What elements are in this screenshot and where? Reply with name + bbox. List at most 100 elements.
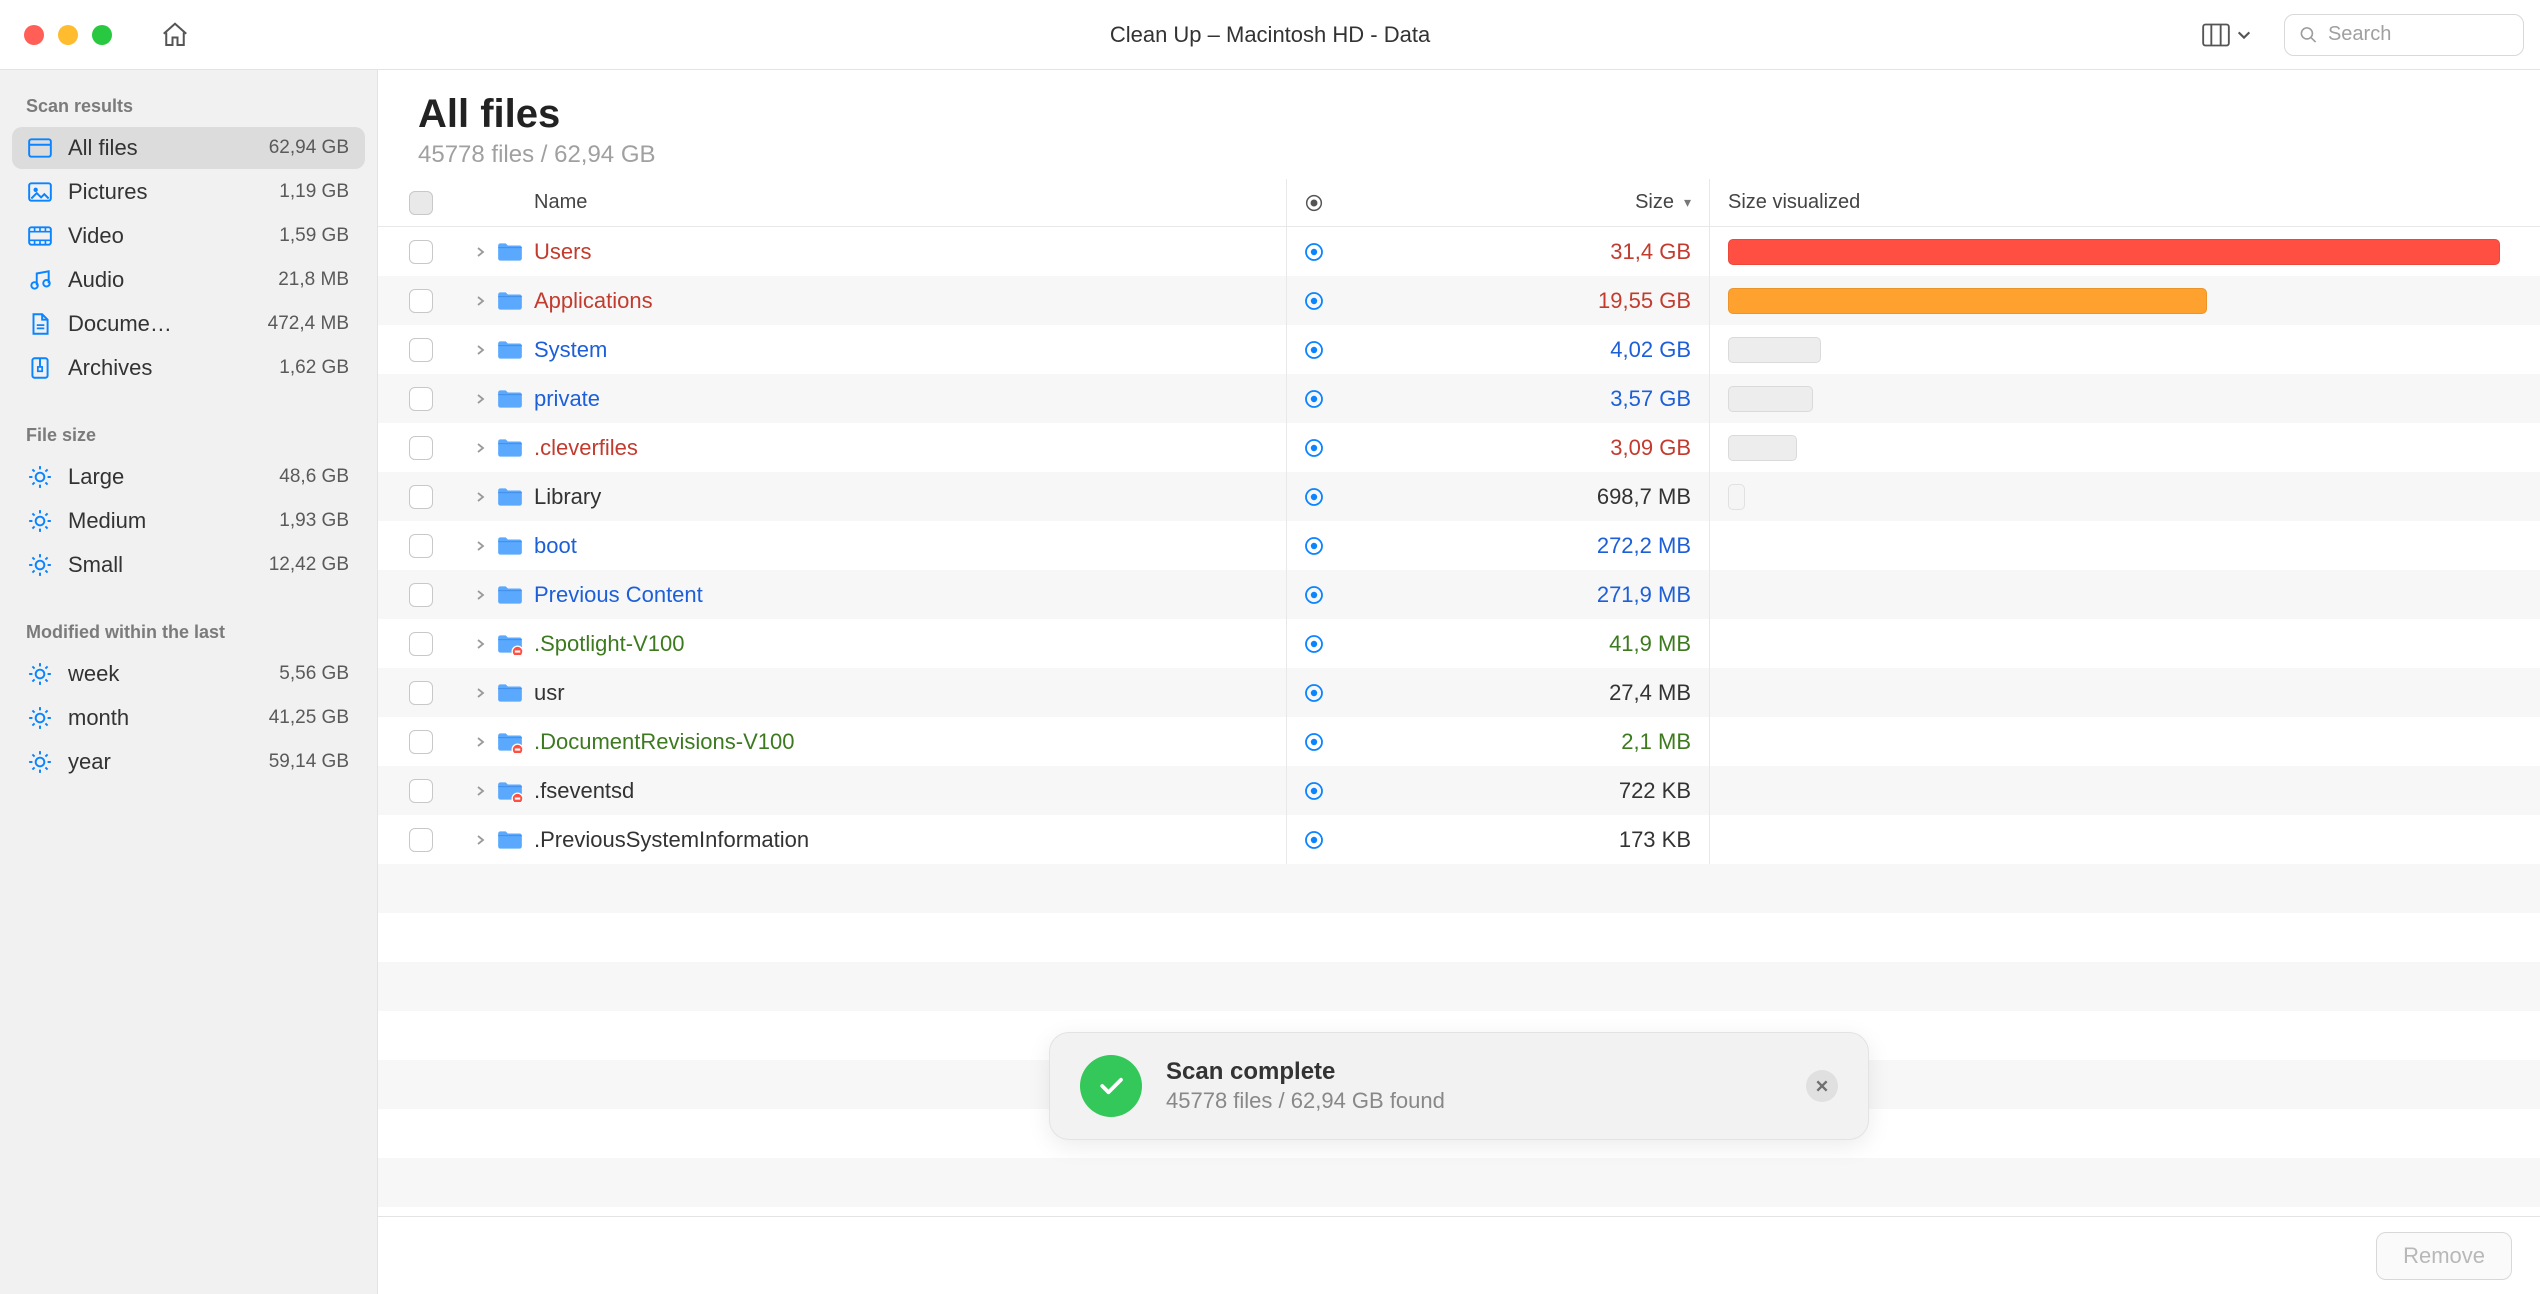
location-status-icon[interactable]: [1286, 521, 1340, 570]
expand-toggle[interactable]: [464, 589, 496, 601]
row-checkbox[interactable]: [409, 289, 433, 313]
location-status-icon[interactable]: [1286, 717, 1340, 766]
expand-toggle[interactable]: [464, 540, 496, 552]
row-checkbox[interactable]: [409, 730, 433, 754]
location-status-icon[interactable]: [1286, 668, 1340, 717]
empty-row: [378, 913, 2540, 962]
size-visualized: [1710, 717, 2500, 766]
location-status-icon[interactable]: [1286, 325, 1340, 374]
sidebar-item-archives[interactable]: Archives1,62 GB: [12, 347, 365, 389]
chevron-right-icon: [474, 344, 486, 356]
expand-toggle[interactable]: [464, 295, 496, 307]
sidebar-section-title: Scan results: [0, 86, 377, 125]
location-status-icon[interactable]: [1286, 815, 1340, 864]
view-options-button[interactable]: [2196, 19, 2258, 51]
sidebar-item-month[interactable]: month41,25 GB: [12, 697, 365, 739]
file-row[interactable]: .Spotlight-V10041,9 MB: [378, 619, 2540, 668]
file-row[interactable]: private3,57 GB: [378, 374, 2540, 423]
expand-toggle[interactable]: [464, 638, 496, 650]
maximize-window-button[interactable]: [92, 25, 112, 45]
expand-toggle[interactable]: [464, 246, 496, 258]
toast-close-button[interactable]: [1806, 1070, 1838, 1102]
expand-toggle[interactable]: [464, 834, 496, 846]
file-size: 4,02 GB: [1340, 325, 1710, 374]
window-icon: [26, 134, 54, 162]
chevron-right-icon: [474, 834, 486, 846]
expand-toggle[interactable]: [464, 344, 496, 356]
row-checkbox[interactable]: [409, 387, 433, 411]
sidebar-item-label: Medium: [68, 508, 265, 534]
sidebar-section-title: Modified within the last: [0, 612, 377, 651]
size-visualized: [1710, 423, 2500, 472]
sidebar-item-large[interactable]: Large48,6 GB: [12, 456, 365, 498]
remove-button[interactable]: Remove: [2376, 1232, 2512, 1280]
expand-toggle[interactable]: [464, 687, 496, 699]
file-size: 2,1 MB: [1340, 717, 1710, 766]
location-status-icon[interactable]: [1286, 227, 1340, 276]
search-field[interactable]: [2284, 14, 2524, 56]
file-row[interactable]: Previous Content271,9 MB: [378, 570, 2540, 619]
sidebar-item-all-files[interactable]: All files62,94 GB: [12, 127, 365, 169]
sidebar-item-label: year: [68, 749, 255, 775]
column-header-status[interactable]: [1286, 179, 1340, 226]
location-status-icon[interactable]: [1286, 570, 1340, 619]
location-status-icon[interactable]: [1286, 472, 1340, 521]
expand-toggle[interactable]: [464, 442, 496, 454]
file-row[interactable]: Users31,4 GB: [378, 227, 2540, 276]
expand-toggle[interactable]: [464, 736, 496, 748]
expand-toggle[interactable]: [464, 785, 496, 797]
sidebar-item-video[interactable]: Video1,59 GB: [12, 215, 365, 257]
row-checkbox[interactable]: [409, 240, 433, 264]
sidebar-item-small[interactable]: Small12,42 GB: [12, 544, 365, 586]
row-checkbox[interactable]: [409, 436, 433, 460]
location-status-icon[interactable]: [1286, 619, 1340, 668]
sidebar-item-audio[interactable]: Audio21,8 MB: [12, 259, 365, 301]
file-row[interactable]: .cleverfiles3,09 GB: [378, 423, 2540, 472]
file-row[interactable]: boot272,2 MB: [378, 521, 2540, 570]
row-checkbox[interactable]: [409, 583, 433, 607]
column-header-viz[interactable]: Size visualized: [1710, 191, 2500, 214]
toast-title: Scan complete: [1166, 1058, 1445, 1086]
row-checkbox[interactable]: [409, 681, 433, 705]
expand-toggle[interactable]: [464, 491, 496, 503]
minimize-window-button[interactable]: [58, 25, 78, 45]
row-checkbox[interactable]: [409, 534, 433, 558]
row-checkbox[interactable]: [409, 485, 433, 509]
page-title: All files: [418, 92, 2500, 137]
file-name: Applications: [534, 288, 1286, 314]
file-row[interactable]: usr27,4 MB: [378, 668, 2540, 717]
row-checkbox[interactable]: [409, 338, 433, 362]
size-visualized: [1710, 815, 2500, 864]
close-window-button[interactable]: [24, 25, 44, 45]
file-row[interactable]: System4,02 GB: [378, 325, 2540, 374]
sidebar-item-docume-[interactable]: Docume…472,4 MB: [12, 303, 365, 345]
sidebar-item-medium[interactable]: Medium1,93 GB: [12, 500, 365, 542]
row-checkbox[interactable]: [409, 779, 433, 803]
file-name: usr: [534, 680, 1286, 706]
file-row[interactable]: .PreviousSystemInformation173 KB: [378, 815, 2540, 864]
file-row[interactable]: Applications19,55 GB: [378, 276, 2540, 325]
sidebar-item-label: Pictures: [68, 179, 265, 205]
expand-toggle[interactable]: [464, 393, 496, 405]
location-status-icon[interactable]: [1286, 276, 1340, 325]
sidebar-item-week[interactable]: week5,56 GB: [12, 653, 365, 695]
location-status-icon[interactable]: [1286, 374, 1340, 423]
column-header-name[interactable]: Name: [534, 191, 1286, 214]
location-status-icon[interactable]: [1286, 423, 1340, 472]
sidebar-item-pictures[interactable]: Pictures1,19 GB: [12, 171, 365, 213]
file-row[interactable]: Library698,7 MB: [378, 472, 2540, 521]
column-header-size[interactable]: Size ▾: [1340, 179, 1710, 226]
select-all-checkbox[interactable]: [409, 191, 433, 215]
home-button[interactable]: [160, 20, 190, 50]
row-checkbox[interactable]: [409, 632, 433, 656]
location-status-icon[interactable]: [1286, 766, 1340, 815]
size-visualized: [1710, 276, 2500, 325]
picture-icon: [26, 178, 54, 206]
search-input[interactable]: [2328, 23, 2509, 46]
sidebar-item-year[interactable]: year59,14 GB: [12, 741, 365, 783]
row-checkbox[interactable]: [409, 828, 433, 852]
gear-icon: [26, 463, 54, 491]
file-name: .DocumentRevisions-V100: [534, 729, 1286, 755]
file-row[interactable]: .DocumentRevisions-V100 2,1 MB: [378, 717, 2540, 766]
file-row[interactable]: .fseventsd722 KB: [378, 766, 2540, 815]
